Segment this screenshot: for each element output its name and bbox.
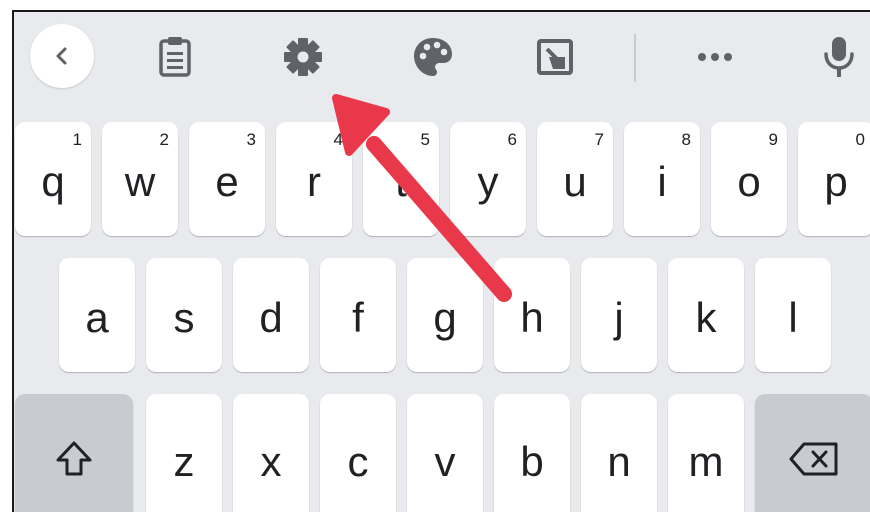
key-j[interactable]: j: [581, 258, 657, 372]
more-button[interactable]: [692, 34, 738, 80]
key-label: k: [695, 294, 717, 341]
key-label: l: [788, 294, 798, 341]
key-label: y: [477, 158, 499, 205]
key-label: x: [260, 438, 282, 485]
key-f[interactable]: f: [320, 258, 396, 372]
key-label: t: [395, 158, 407, 205]
key-label: v: [434, 438, 456, 485]
back-button[interactable]: [30, 24, 94, 88]
key-hint: 9: [768, 130, 778, 149]
key-hint: 4: [333, 130, 343, 149]
key-c[interactable]: c: [320, 394, 396, 512]
backspace-key[interactable]: [755, 394, 870, 512]
key-y[interactable]: y6: [450, 122, 526, 236]
keyboard-toolbar: [14, 12, 870, 112]
key-d[interactable]: d: [233, 258, 309, 372]
key-label: p: [824, 158, 848, 205]
key-hint: 5: [420, 130, 430, 149]
key-label: r: [307, 158, 321, 205]
more-dots-icon: [698, 53, 732, 61]
key-hint: 2: [159, 130, 169, 149]
key-x[interactable]: x: [233, 394, 309, 512]
key-hint: 7: [594, 130, 604, 149]
key-label: b: [520, 438, 544, 485]
clipboard-button[interactable]: [152, 34, 198, 80]
key-label: s: [173, 294, 195, 341]
key-label: n: [607, 438, 631, 485]
keyboard: q1 w2 e3 r4 t5 y6 u7 i8 o9 p0 a s d f g …: [12, 10, 870, 512]
gear-icon: [284, 38, 322, 76]
key-m[interactable]: m: [668, 394, 744, 512]
key-s[interactable]: s: [146, 258, 222, 372]
microphone-icon: [824, 37, 854, 77]
key-e[interactable]: e3: [189, 122, 265, 236]
key-label: w: [124, 158, 156, 205]
key-label: z: [173, 438, 195, 485]
key-o[interactable]: o9: [711, 122, 787, 236]
toolbar-divider: [634, 34, 636, 82]
resize-button[interactable]: [532, 34, 578, 80]
key-label: c: [347, 438, 369, 485]
key-label: g: [433, 294, 457, 341]
key-label: d: [259, 294, 283, 341]
key-label: f: [352, 294, 364, 341]
theme-button[interactable]: [410, 34, 456, 80]
resize-icon: [537, 39, 573, 75]
key-u[interactable]: u7: [537, 122, 613, 236]
backspace-icon: [789, 442, 838, 476]
shift-icon: [56, 441, 92, 476]
key-label: q: [41, 158, 65, 205]
shift-key[interactable]: [15, 394, 133, 512]
key-hint: 6: [507, 130, 517, 149]
settings-button[interactable]: [280, 34, 326, 80]
key-label: o: [737, 158, 761, 205]
palette-icon: [414, 38, 452, 76]
key-z[interactable]: z: [146, 394, 222, 512]
key-i[interactable]: i8: [624, 122, 700, 236]
key-h[interactable]: h: [494, 258, 570, 372]
key-label: a: [85, 294, 109, 341]
key-label: m: [688, 438, 724, 485]
key-label: i: [657, 158, 667, 205]
key-hint: 0: [855, 130, 865, 149]
key-hint: 1: [72, 130, 82, 149]
key-w[interactable]: w2: [102, 122, 178, 236]
key-t[interactable]: t5: [363, 122, 439, 236]
key-g[interactable]: g: [407, 258, 483, 372]
key-label: h: [520, 294, 544, 341]
key-r[interactable]: r4: [276, 122, 352, 236]
key-q[interactable]: q1: [15, 122, 91, 236]
key-p[interactable]: p0: [798, 122, 870, 236]
key-l[interactable]: l: [755, 258, 831, 372]
key-label: u: [563, 158, 587, 205]
voice-input-button[interactable]: [816, 34, 862, 80]
key-hint: 8: [681, 130, 691, 149]
key-b[interactable]: b: [494, 394, 570, 512]
key-hint: 3: [246, 130, 256, 149]
key-k[interactable]: k: [668, 258, 744, 372]
key-label: e: [215, 158, 239, 205]
clipboard-icon: [159, 37, 191, 77]
key-a[interactable]: a: [59, 258, 135, 372]
key-n[interactable]: n: [581, 394, 657, 512]
chevron-left-icon: [56, 47, 67, 65]
key-v[interactable]: v: [407, 394, 483, 512]
key-label: j: [614, 294, 624, 341]
